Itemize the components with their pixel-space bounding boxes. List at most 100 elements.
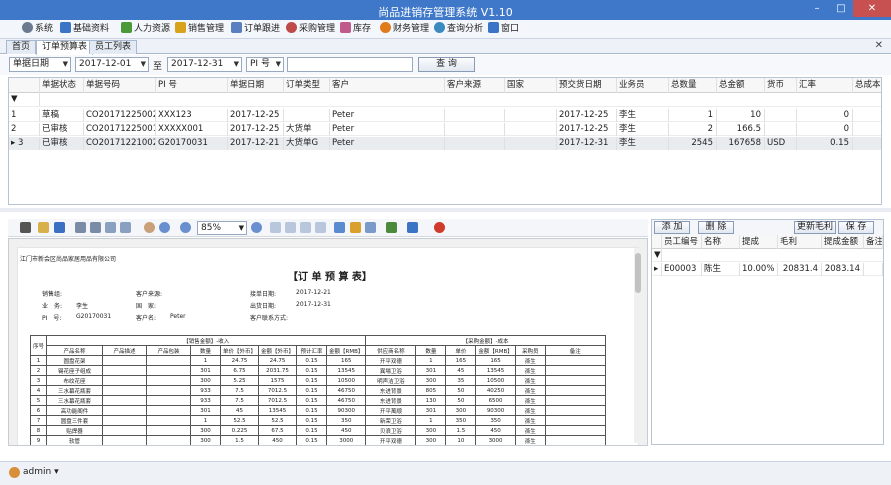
col-customer[interactable]: 客户 [330, 78, 445, 93]
menu-system[interactable]: 系统 [22, 22, 53, 37]
table-row[interactable]: 2 已审核 CO20171225001 XXXXX001 2017-12-25 … [9, 123, 881, 136]
minimize-button[interactable]: – [805, 0, 829, 17]
report-row: 2 锡花座子组成 301 6.75 2031.75 0.15 13545 異場卫浴 301 45 1… [29, 365, 606, 376]
delete-button[interactable]: 删 除 [698, 221, 734, 234]
col-rate[interactable]: 提成 [740, 235, 778, 249]
cell-pi: G20170031 [156, 137, 228, 150]
table-row[interactable]: ▸ E00003 陈生 10.00% 20831.4 2083.14 [652, 263, 883, 276]
tab-bar: 首页 订单预算表 员工列表 [0, 39, 891, 55]
filter-icon[interactable]: ▼ [9, 93, 40, 106]
cell-rate: 10.00% [740, 263, 778, 276]
menu-bar: 系统 基础资料 人力资源 销售管理 订单跟进 采购管理 库存 财务管理 查询分析… [0, 20, 891, 39]
save-icon[interactable] [54, 222, 65, 233]
col-qty[interactable]: 总数量 [669, 78, 717, 93]
col-code[interactable]: 单据号码 [84, 78, 156, 93]
email-icon[interactable] [407, 222, 418, 233]
maximize-button[interactable]: □ [829, 0, 853, 17]
col-country[interactable]: 国家 [505, 78, 557, 93]
quick-print-icon[interactable] [90, 222, 101, 233]
tab-order-budget[interactable]: 订单预算表 [36, 40, 94, 55]
col-name[interactable]: 名称 [702, 235, 740, 249]
report-cell: 300 [190, 425, 222, 436]
next-page-icon[interactable] [300, 222, 311, 233]
cell-pi: XXXXX001 [156, 123, 228, 136]
col-staff-id[interactable]: 员工编号 [662, 235, 702, 249]
date-to-input[interactable]: 2017-12-31 ▼ [167, 57, 242, 72]
last-page-icon[interactable] [315, 222, 326, 233]
report-cell: 锡花座子组成 [46, 365, 104, 376]
add-button[interactable]: 添 加 [654, 221, 690, 234]
query-button[interactable]: 查 询 [418, 57, 475, 72]
search-input[interactable] [287, 57, 413, 72]
col-status[interactable]: 单据状态 [40, 78, 84, 93]
close-preview-icon[interactable] [434, 222, 445, 233]
update-profit-button[interactable]: 更新毛利 [794, 221, 836, 234]
close-button[interactable]: ✕ [853, 0, 891, 17]
filter-row[interactable]: ▼ [9, 93, 881, 107]
col-type[interactable]: 订单类型 [284, 78, 330, 93]
multipage-icon[interactable] [334, 222, 345, 233]
menu-finance[interactable]: 财务管理 [380, 22, 429, 37]
col-pi[interactable]: PI 号 [156, 78, 228, 93]
magnifier-icon[interactable] [159, 222, 170, 233]
report-cell: 孫生 [514, 425, 546, 436]
menu-sales[interactable]: 销售管理 [175, 22, 224, 37]
save-button[interactable]: 保 存 [838, 221, 874, 234]
filter-row[interactable]: ▼ [652, 249, 883, 262]
col-currency[interactable]: 货币 [765, 78, 797, 93]
page-setup-icon[interactable] [105, 222, 116, 233]
tab-home[interactable]: 首页 [6, 40, 37, 54]
table-row-selected[interactable]: ▸ 3 已审核 CO20171221002 G20170031 2017-12-… [9, 137, 881, 150]
print-icon[interactable] [75, 222, 86, 233]
col-sales[interactable]: 业务员 [617, 78, 669, 93]
table-row[interactable]: 1 草稿 CO20171225002 XXX123 2017-12-25 Pet… [9, 109, 881, 122]
col-amount[interactable]: 总金额 [717, 78, 765, 93]
menu-order-follow[interactable]: 订单跟进 [231, 22, 280, 37]
preview-scrollbar[interactable] [634, 248, 642, 443]
date-from-input[interactable]: 2017-12-01 ▼ [75, 57, 149, 72]
zoom-in-icon[interactable] [251, 222, 262, 233]
report-cell: 7.5 [220, 395, 260, 406]
menu-window[interactable]: 窗口 [488, 22, 519, 37]
hand-tool-icon[interactable] [144, 222, 155, 233]
tab-staff-list[interactable]: 员工列表 [89, 40, 138, 54]
col-profit[interactable]: 毛利 [778, 235, 822, 249]
scrollbar-thumb[interactable] [635, 253, 641, 293]
col-source[interactable]: 客户来源 [445, 78, 505, 93]
zoom-out-icon[interactable] [180, 222, 191, 233]
report-cell [146, 395, 192, 406]
col-commission[interactable]: 提成金额 [822, 235, 864, 249]
col-date[interactable]: 单据日期 [228, 78, 284, 93]
first-page-icon[interactable] [270, 222, 281, 233]
date-field-select[interactable]: 单据日期 ▼ [9, 57, 71, 72]
watermark-icon[interactable] [365, 222, 376, 233]
previous-page-icon[interactable] [285, 222, 296, 233]
panel-splitter[interactable] [0, 208, 891, 212]
user-menu[interactable]: admin ▾ [23, 467, 59, 477]
menu-basic-data[interactable]: 基础资料 [60, 22, 109, 37]
report-cell: 0.15 [296, 355, 328, 366]
col-note[interactable]: 备注 [864, 235, 883, 249]
col-rate[interactable]: 汇率 [797, 78, 853, 93]
report-row: 9 软管 300 1.5 450 0.15 3000 开平双德 300 10 3000 孫生 [29, 435, 606, 445]
row-number: 2 [9, 123, 40, 136]
print-preview[interactable]: 江门市新会区尚品家居用品有限公司 【订 单 预 算 表】 销售组: 客户来源: … [8, 238, 648, 446]
export-icon[interactable] [386, 222, 397, 233]
color-icon[interactable] [350, 222, 361, 233]
binoculars-icon[interactable] [20, 222, 31, 233]
col-cost[interactable]: 总成本 [853, 78, 881, 93]
zoom-select[interactable]: 85% ▼ [197, 221, 247, 235]
col-delivery[interactable]: 预交货日期 [557, 78, 617, 93]
close-tab-icon[interactable]: ✕ [875, 40, 883, 51]
menu-stock[interactable]: 库存 [340, 22, 371, 37]
filter-icon[interactable]: ▼ [652, 249, 662, 262]
scale-icon[interactable] [120, 222, 131, 233]
menu-purchase[interactable]: 采购管理 [286, 22, 335, 37]
cost-group-header: 【采购金额】-成本 [365, 335, 606, 346]
search-field-select[interactable]: PI 号 ▼ [246, 57, 284, 72]
menu-hr[interactable]: 人力资源 [121, 22, 170, 37]
report-cell: 52.5 [258, 415, 298, 426]
open-icon[interactable] [38, 222, 49, 233]
menu-query[interactable]: 查询分析 [434, 22, 483, 37]
report-cell [146, 405, 192, 416]
